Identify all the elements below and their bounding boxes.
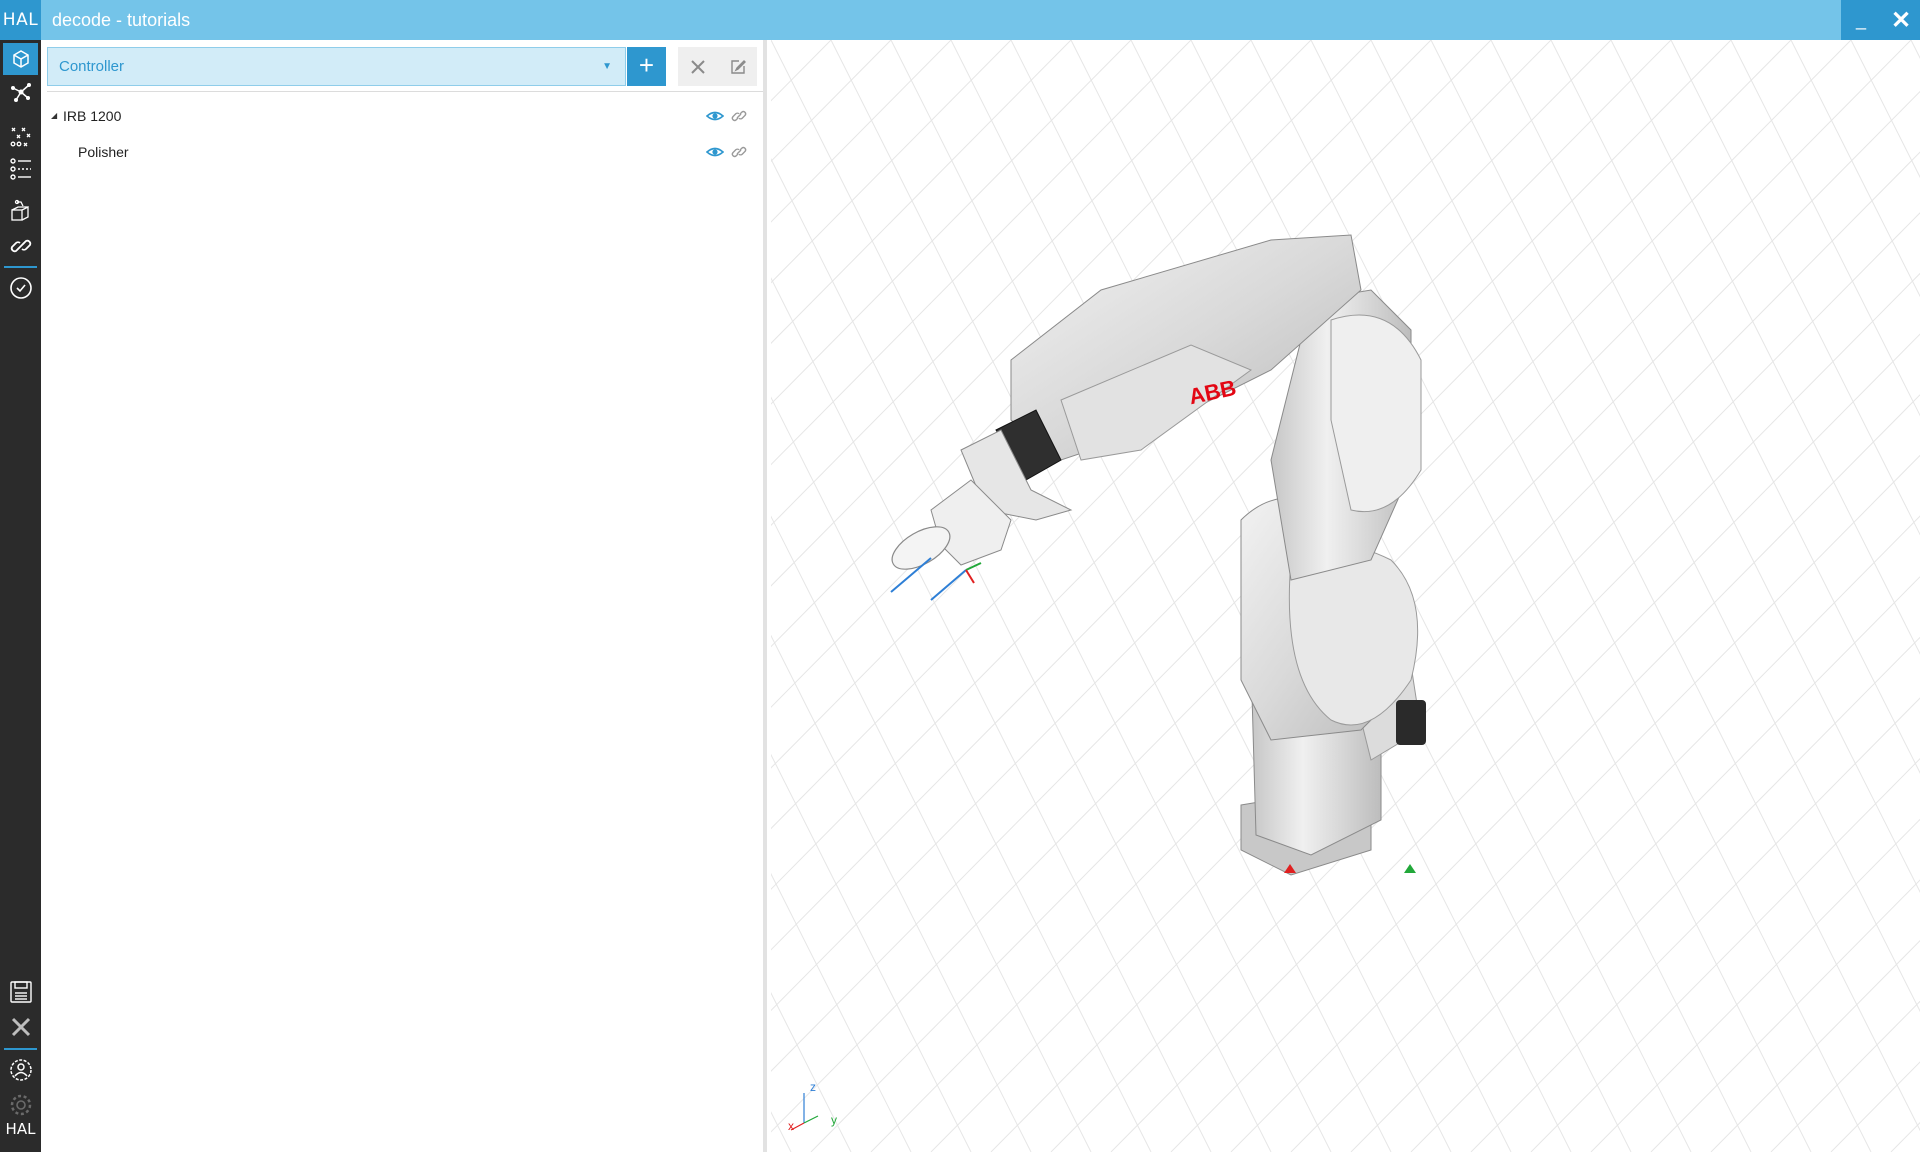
edit-icon xyxy=(730,59,746,74)
link-icon[interactable] xyxy=(730,143,748,161)
add-button[interactable]: + xyxy=(627,47,666,86)
save-icon xyxy=(9,981,32,1003)
cube-icon xyxy=(12,50,29,68)
edit-button[interactable] xyxy=(718,47,757,86)
close-window-button[interactable]: ✕ xyxy=(1881,0,1920,40)
toolbar-save-button[interactable] xyxy=(3,976,38,1008)
3d-viewport[interactable]: ABB z y x xyxy=(771,40,1920,1152)
viewport-canvas: ABB z y x xyxy=(771,40,1920,1152)
close-icon xyxy=(11,1017,30,1037)
user-icon xyxy=(9,1059,32,1081)
app-window: HAL decode - tutorials _ ✕ HAL Controlle… xyxy=(0,0,1920,1152)
axes-icon xyxy=(10,127,30,147)
title-bar: HAL decode - tutorials _ ✕ xyxy=(0,0,1920,40)
app-logo: HAL xyxy=(0,0,41,40)
toolbar-settings-button[interactable] xyxy=(3,1089,38,1121)
minimize-button[interactable]: _ xyxy=(1841,0,1881,40)
toolbar-separator xyxy=(4,266,37,268)
object-panel: Controller ▼ + ◢ IRB 1200 Polisher xyxy=(41,40,767,1152)
toolbar-axes-button[interactable] xyxy=(3,120,38,152)
window-title: decode - tutorials xyxy=(52,10,191,30)
toolbar-separator-bottom xyxy=(4,1048,37,1050)
eye-icon[interactable] xyxy=(706,107,724,125)
toolbar-graph-button[interactable] xyxy=(3,76,38,108)
axis-label-x: x xyxy=(788,1119,794,1133)
tree-item-polisher[interactable]: Polisher xyxy=(41,134,763,170)
toolbar-list-button[interactable] xyxy=(3,153,38,185)
nodes-icon xyxy=(10,83,31,102)
delete-button[interactable] xyxy=(678,47,717,86)
tree-item-label: IRB 1200 xyxy=(63,108,122,124)
chevron-down-icon: ▼ xyxy=(602,61,612,72)
eye-icon[interactable] xyxy=(706,143,724,161)
toolbar-link-button[interactable] xyxy=(3,230,38,262)
panel-divider xyxy=(47,91,763,92)
tree-item-label: Polisher xyxy=(78,144,129,160)
robot-cell-icon xyxy=(10,199,29,221)
toolbar-cube-button[interactable] xyxy=(3,43,38,75)
expand-triangle-icon[interactable]: ◢ xyxy=(51,98,57,134)
controller-select-value: Controller xyxy=(59,58,125,75)
toolbar-user-button[interactable] xyxy=(3,1054,38,1086)
link-icon xyxy=(10,239,31,253)
gear-icon xyxy=(10,1094,31,1116)
controller-select[interactable]: Controller ▼ xyxy=(47,47,626,86)
toolbar-close-button[interactable] xyxy=(3,1011,38,1043)
toolbar-logo: HAL xyxy=(5,1120,36,1138)
left-toolbar: HAL xyxy=(0,40,41,1152)
toolbar-cell-button[interactable] xyxy=(3,195,38,227)
axis-label-z: z xyxy=(810,1080,816,1094)
toolbar-check-button[interactable] xyxy=(3,272,38,304)
axis-label-y: y xyxy=(831,1113,837,1127)
list-icon xyxy=(9,158,31,180)
check-circle-icon xyxy=(9,277,32,299)
link-icon[interactable] xyxy=(730,107,748,125)
panel-action-group xyxy=(678,47,757,86)
close-icon xyxy=(690,59,705,74)
tree-item-irb1200[interactable]: ◢ IRB 1200 xyxy=(41,98,763,134)
robot-irb1200[interactable]: ABB xyxy=(885,234,1426,876)
